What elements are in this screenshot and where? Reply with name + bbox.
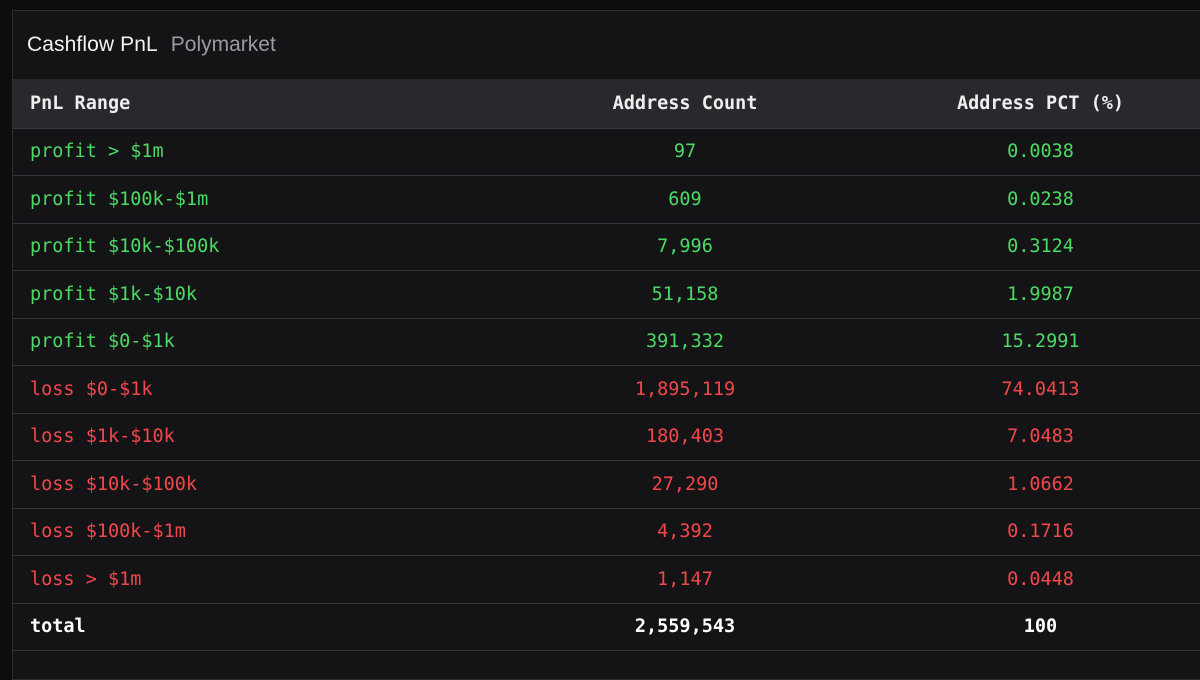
pnl-table: PnL Range Address Count Address PCT (%) … bbox=[13, 79, 1200, 651]
column-header-address-pct[interactable]: Address PCT (%) bbox=[920, 79, 1200, 129]
address-pct-cell: 74.0413 bbox=[1001, 378, 1080, 400]
address-count-cell: 1,895,119 bbox=[634, 378, 736, 400]
address-pct-cell: 7.0483 bbox=[1007, 426, 1074, 448]
address-count-cell: 180,403 bbox=[646, 426, 724, 448]
table-row: profit $0-$1k 391,332 15.2991 bbox=[13, 318, 1200, 366]
address-count-cell: 391,332 bbox=[646, 331, 724, 353]
pnl-range-cell: loss > $1m bbox=[30, 568, 142, 590]
table-row: loss $100k-$1m 4,392 0.1716 bbox=[13, 508, 1200, 556]
address-count-cell: 97 bbox=[673, 141, 697, 163]
address-pct-cell: 0.3124 bbox=[1007, 236, 1074, 258]
table-row: loss $10k-$100k 27,290 1.0662 bbox=[13, 461, 1200, 508]
pnl-range-cell: loss $10k-$100k bbox=[30, 473, 198, 495]
pnl-range-cell: profit > $1m bbox=[30, 141, 164, 163]
panel-subtitle: Polymarket bbox=[170, 33, 276, 56]
table-row: profit $1k-$10k 51,158 1.9987 bbox=[13, 271, 1200, 318]
table-row: profit $10k-$100k 7,996 0.3124 bbox=[13, 223, 1200, 271]
address-pct-cell: 15.2991 bbox=[1001, 331, 1080, 353]
address-pct-cell: 0.1716 bbox=[1007, 521, 1074, 543]
pnl-range-cell: profit $0-$1k bbox=[30, 331, 175, 353]
address-count-cell: 51,158 bbox=[651, 283, 719, 305]
table-row: loss $0-$1k 1,895,119 74.0413 bbox=[13, 366, 1200, 413]
panel-header: Cashflow PnL Polymarket bbox=[13, 11, 1200, 79]
address-pct-cell: 1.0662 bbox=[1007, 473, 1074, 495]
column-header-pnl-range[interactable]: PnL Range bbox=[13, 79, 450, 129]
table-row: profit > $1m 97 0.0038 bbox=[13, 128, 1200, 176]
column-header-address-count[interactable]: Address Count bbox=[450, 79, 920, 129]
address-count-cell: 7,996 bbox=[657, 236, 713, 258]
table-row: profit $100k-$1m 609 0.0238 bbox=[13, 176, 1200, 223]
table-row: loss > $1m 1,147 0.0448 bbox=[13, 556, 1200, 603]
pnl-range-cell: profit $10k-$100k bbox=[30, 236, 220, 258]
pnl-range-cell: profit $100k-$1m bbox=[30, 188, 209, 210]
address-pct-cell: 0.0038 bbox=[1007, 141, 1074, 163]
address-count-cell: 4,392 bbox=[657, 521, 713, 543]
total-count-cell: 2,559,543 bbox=[634, 616, 736, 638]
total-row: total 2,559,543 100 bbox=[13, 603, 1200, 651]
pnl-range-cell: loss $0-$1k bbox=[30, 378, 153, 400]
cashflow-pnl-panel: Cashflow PnL Polymarket PnL Range Addres… bbox=[12, 10, 1200, 680]
pnl-range-cell: profit $1k-$10k bbox=[30, 283, 198, 305]
address-pct-cell: 0.0238 bbox=[1007, 188, 1074, 210]
address-pct-cell: 0.0448 bbox=[1007, 568, 1074, 590]
total-label-cell: total bbox=[30, 616, 86, 638]
address-pct-cell: 1.9987 bbox=[1007, 283, 1074, 305]
total-pct-cell: 100 bbox=[1023, 616, 1058, 638]
table-header-row: PnL Range Address Count Address PCT (%) bbox=[13, 79, 1200, 129]
panel-title: Cashflow PnL bbox=[27, 33, 158, 56]
address-count-cell: 1,147 bbox=[657, 568, 713, 590]
table-row: loss $1k-$10k 180,403 7.0483 bbox=[13, 413, 1200, 461]
pnl-range-cell: loss $100k-$1m bbox=[30, 521, 186, 543]
pnl-range-cell: loss $1k-$10k bbox=[30, 426, 175, 448]
address-count-cell: 609 bbox=[668, 188, 702, 210]
table-body: profit > $1m 97 0.0038 profit $100k-$1m … bbox=[13, 128, 1200, 651]
address-count-cell: 27,290 bbox=[651, 473, 719, 495]
